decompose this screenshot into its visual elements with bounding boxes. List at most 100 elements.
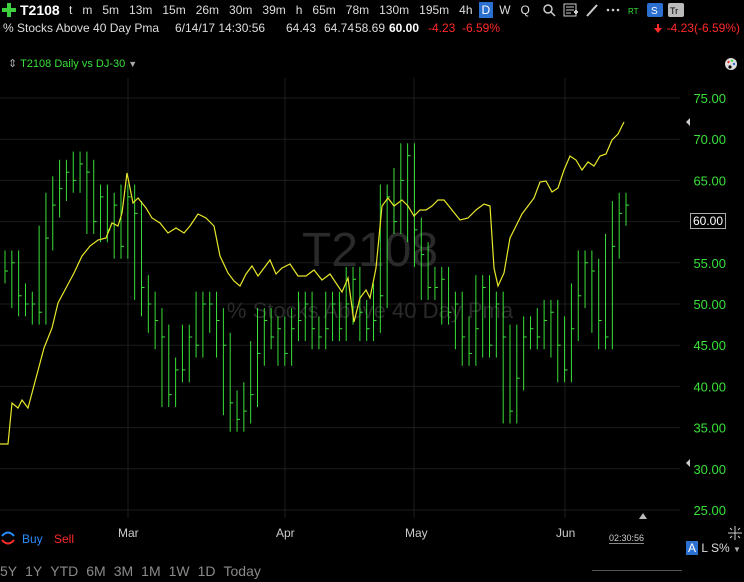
quote-datetime: 6/14/17 14:30:56	[175, 21, 266, 35]
price-bar	[584, 250, 589, 309]
price-bar	[529, 316, 534, 350]
timeframe-15m[interactable]: 15m	[157, 2, 190, 18]
price-bar	[93, 159, 97, 234]
price-bar	[181, 324, 186, 383]
xaxis-label-mar: Mar	[118, 526, 139, 540]
symbol-label[interactable]: T2108	[20, 2, 64, 18]
price-bar	[229, 332, 234, 432]
svg-text:RT: RT	[628, 7, 639, 16]
quote-info-line: % Stocks Above 40 Day Pma 6/14/17 14:30:…	[0, 20, 744, 37]
xaxis-label-apr: Apr	[276, 526, 295, 540]
quote-change-pct: -6.59%	[462, 21, 501, 35]
percent-scale-toggle[interactable]: S%	[711, 541, 730, 555]
yaxis-label: 45.00	[693, 338, 726, 353]
range-5y[interactable]: 5Y	[0, 563, 17, 579]
range-today[interactable]: Today	[224, 563, 261, 579]
price-bar	[209, 291, 213, 333]
right-change: -4.23(-6.59%)	[653, 21, 740, 35]
timeframe-195m[interactable]: 195m	[414, 2, 454, 18]
timeframe-t[interactable]: t	[64, 2, 77, 18]
price-bar	[611, 201, 616, 350]
log-scale-toggle[interactable]: L	[701, 541, 707, 555]
auto-scale-toggle[interactable]: A	[686, 541, 699, 555]
range-1d[interactable]: 1D	[198, 563, 216, 579]
crosshair-icon[interactable]	[728, 526, 742, 540]
price-bar	[52, 176, 56, 251]
price-bar	[564, 316, 568, 383]
add-symbol-icon[interactable]	[2, 3, 16, 17]
range-6m[interactable]: 6M	[86, 563, 105, 579]
trade-arrows-icon[interactable]	[0, 530, 16, 546]
draw-icon[interactable]	[584, 3, 600, 17]
tt-badge[interactable]: Tr	[667, 3, 684, 17]
timeframe-4h[interactable]: 4h	[454, 2, 477, 18]
quote-low: 58.69	[355, 21, 386, 35]
toolbar: T2108 t m 5m 13m 15m 26m 30m 39m h 65m 78m 130m 195m…	[0, 0, 744, 20]
quote-open: 64.43	[286, 21, 317, 35]
indicator-name: % Stocks Above 40 Day Pma	[3, 21, 160, 35]
price-chart[interactable]: T2108 % Stocks Above 40 Day Pma 75.00 70.…	[0, 78, 744, 518]
price-bar	[202, 291, 206, 358]
quote-last: 60.00	[389, 21, 420, 35]
range-1w[interactable]: 1W	[169, 563, 190, 579]
price-bar	[11, 250, 15, 309]
range-1y[interactable]: 1Y	[25, 563, 42, 579]
price-bar	[543, 299, 548, 350]
yaxis-label: 50.00	[693, 297, 726, 312]
timeframe-m[interactable]: m	[77, 2, 97, 18]
price-bar	[195, 291, 200, 358]
search-icon[interactable]	[542, 3, 558, 17]
range-1m[interactable]: 1M	[141, 563, 160, 579]
quote-high: 64.74	[324, 21, 355, 35]
price-bar	[59, 159, 63, 218]
price-bar	[140, 201, 145, 317]
timeframe-30m[interactable]: 30m	[224, 2, 257, 18]
price-bar	[605, 233, 609, 350]
price-bar	[509, 324, 513, 424]
price-bar	[222, 308, 227, 416]
legend-label: T2108 Daily vs DJ-30	[20, 58, 126, 70]
timeframe-5m[interactable]: 5m	[97, 2, 124, 18]
price-bar	[277, 316, 281, 366]
timeframe-h[interactable]: h	[291, 2, 308, 18]
price-bar	[523, 316, 527, 391]
yaxis-label: 40.00	[693, 379, 726, 394]
timeframe-Q[interactable]: Q	[516, 2, 535, 18]
range-ytd[interactable]: YTD	[50, 563, 78, 579]
timeframe-W[interactable]: W	[494, 2, 515, 18]
sell-button[interactable]: Sell	[54, 532, 74, 546]
price-bar	[134, 184, 138, 300]
price-bar	[31, 291, 36, 325]
time-clock: 02:30:56	[609, 533, 645, 544]
chart-legend[interactable]: ⇕ T2108 Daily vs DJ-30 ▼	[8, 57, 137, 70]
quote-change: -4.23	[428, 21, 456, 35]
yaxis-label: 55.00	[693, 256, 726, 271]
palette-icon[interactable]	[724, 57, 738, 71]
chevron-down-icon[interactable]: ▼	[128, 59, 137, 69]
timeframe-130m[interactable]: 130m	[374, 2, 414, 18]
price-bar	[243, 382, 247, 432]
price-bar	[188, 324, 193, 383]
timeframe-D[interactable]: D	[478, 2, 494, 18]
price-bar	[570, 283, 575, 383]
more-icon[interactable]	[605, 3, 621, 17]
price-bar	[468, 316, 473, 366]
timeframe-26m[interactable]: 26m	[191, 2, 224, 18]
s-badge[interactable]: S	[646, 3, 663, 17]
timeframe-13m[interactable]: 13m	[124, 2, 157, 18]
upper-scale-marker-icon	[686, 118, 690, 126]
move-handle-icon[interactable]: ⇕	[8, 58, 17, 70]
scroll-up-arrow-icon[interactable]	[638, 512, 648, 520]
indicator-list-icon[interactable]	[563, 3, 579, 17]
timeframe-65m[interactable]: 65m	[307, 2, 340, 18]
yaxis-label: 75.00	[693, 91, 726, 106]
lower-scale-marker-icon	[686, 459, 690, 467]
range-3m[interactable]: 3M	[114, 563, 133, 579]
price-bar	[147, 275, 152, 333]
axis-menu-chevron-icon[interactable]: ▼	[733, 545, 741, 554]
range-selector: 5Y 1Y YTD 6M 3M 1M 1W 1D Today	[0, 563, 744, 582]
buy-button[interactable]: Buy	[22, 532, 43, 546]
price-bar	[18, 250, 22, 317]
timeframe-39m[interactable]: 39m	[257, 2, 290, 18]
timeframe-78m[interactable]: 78m	[341, 2, 374, 18]
